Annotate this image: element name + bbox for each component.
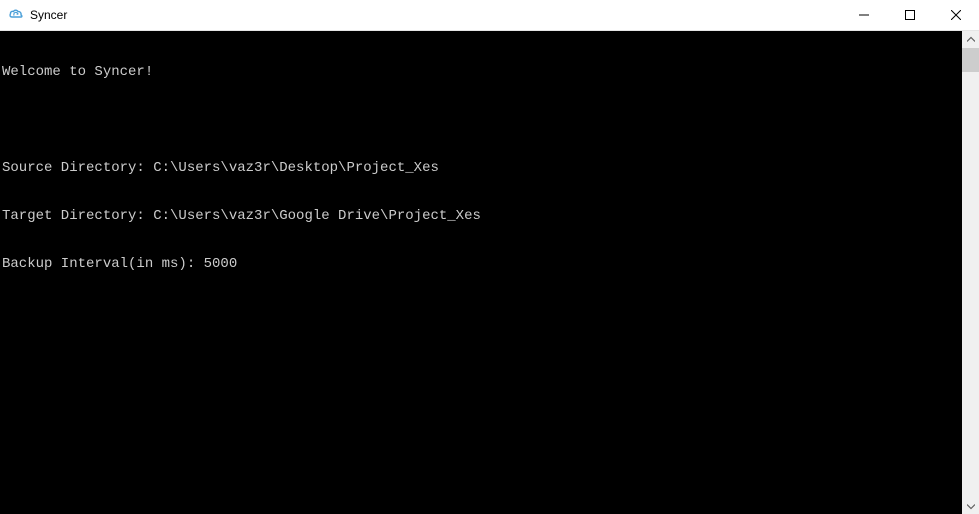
scroll-thumb[interactable] <box>962 48 979 72</box>
app-title: Syncer <box>30 8 67 22</box>
terminal-line: Backup Interval(in ms): 5000 <box>2 256 960 272</box>
terminal-line: Source Directory: C:\Users\vaz3r\Desktop… <box>2 160 960 176</box>
scroll-down-button[interactable] <box>962 497 979 514</box>
terminal-line: Welcome to Syncer! <box>2 64 960 80</box>
titlebar: Syncer <box>0 0 979 31</box>
scroll-track[interactable] <box>962 48 979 497</box>
close-button[interactable] <box>933 0 979 30</box>
vertical-scrollbar[interactable] <box>962 31 979 514</box>
window-controls <box>841 0 979 30</box>
scroll-up-button[interactable] <box>962 31 979 48</box>
maximize-button[interactable] <box>887 0 933 30</box>
minimize-button[interactable] <box>841 0 887 30</box>
content-area: Welcome to Syncer! Source Directory: C:\… <box>0 31 979 514</box>
terminal-output[interactable]: Welcome to Syncer! Source Directory: C:\… <box>0 31 962 514</box>
terminal-line <box>2 112 960 128</box>
terminal-line: Target Directory: C:\Users\vaz3r\Google … <box>2 208 960 224</box>
app-icon <box>8 7 24 23</box>
